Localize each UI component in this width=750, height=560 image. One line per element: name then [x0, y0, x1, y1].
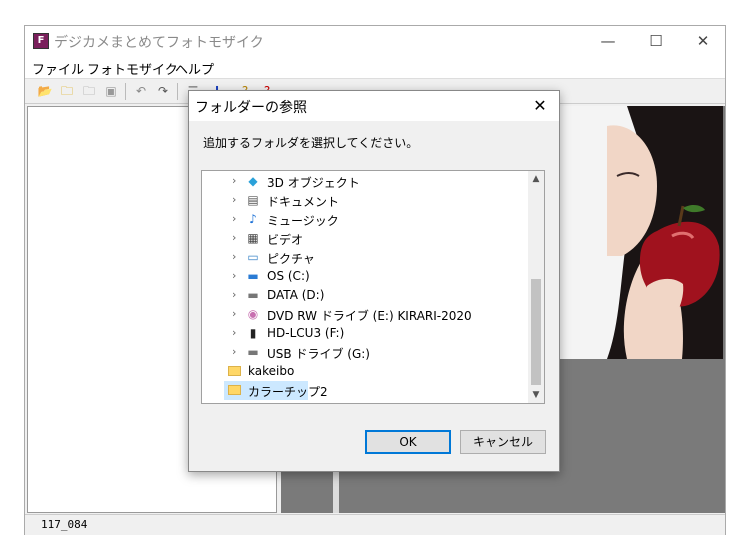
tree-item-usb-drive[interactable]: › ▬ USB ドライブ (G:) — [202, 343, 530, 362]
chevron-right-icon[interactable]: › — [232, 250, 242, 263]
tree-item-label: DATA (D:) — [267, 288, 325, 302]
browse-folder-dialog: フォルダーの参照 ✕ 追加するフォルダを選択してください。 › ◆ 3D オブジ… — [188, 90, 560, 472]
pictures-icon: ▭ — [247, 250, 259, 264]
dialog-instruction: 追加するフォルダを選択してください。 — [203, 136, 419, 150]
external-drive-icon: ▮ — [249, 326, 257, 340]
tree-item-label: ビデオ — [267, 233, 304, 247]
menu-help[interactable]: ヘルプ — [175, 59, 214, 78]
open-folder-icon[interactable]: 📂 — [37, 83, 53, 99]
close-button[interactable]: ✕ — [680, 26, 726, 56]
dialog-title: フォルダーの参照 — [195, 100, 307, 116]
toolbar-separator — [177, 83, 178, 100]
folder-icon — [228, 383, 242, 397]
tree-item-documents[interactable]: › ▤ ドキュメント — [202, 191, 530, 210]
scrollbar-thumb[interactable] — [531, 279, 541, 385]
3d-objects-icon: ◆ — [248, 174, 258, 188]
status-bar: 117_084 — [25, 514, 725, 535]
folder-disabled-icon[interactable]: 🗀 — [81, 83, 97, 99]
tree-item-label: DVD RW ドライブ (E:) KIRARI-2020 — [267, 309, 472, 323]
tree-item-label: カラーチップ2 — [248, 385, 328, 399]
menu-bar: ファイル フォトモザイク ヘルプ — [25, 56, 725, 78]
documents-icon: ▤ — [247, 193, 259, 207]
chevron-right-icon[interactable]: › — [232, 269, 242, 282]
tree-item-label: USB ドライブ (G:) — [267, 347, 370, 361]
tree-item-pictures[interactable]: › ▭ ピクチャ — [202, 248, 530, 267]
tree-item-label: ドキュメント — [267, 195, 340, 209]
chevron-right-icon[interactable]: › — [232, 193, 242, 206]
dvd-drive-icon: ◉ — [247, 307, 259, 321]
dialog-title-bar: フォルダーの参照 ✕ — [189, 91, 559, 121]
tree-item-video[interactable]: › ▦ ビデオ — [202, 229, 530, 248]
chevron-right-icon[interactable]: › — [232, 307, 242, 320]
scroll-down-icon[interactable]: ▼ — [528, 387, 544, 403]
folder-icon — [228, 364, 242, 378]
folder-tree[interactable]: › ◆ 3D オブジェクト › ▤ ドキュメント › ♪ ミュージック › ▦ … — [201, 170, 545, 404]
toolbar-separator — [125, 83, 126, 100]
vertical-scrollbar[interactable]: ▲ ▼ — [528, 171, 544, 403]
scroll-up-icon[interactable]: ▲ — [528, 171, 544, 187]
tree-item-os-drive[interactable]: › ▬ OS (C:) — [202, 267, 530, 286]
title-bar: F デジカメまとめてフォトモザイク — ☐ ✕ — [25, 26, 725, 56]
chevron-right-icon[interactable]: › — [232, 288, 242, 301]
redo-icon[interactable]: ↷ — [155, 83, 171, 99]
chevron-right-icon[interactable]: › — [232, 174, 242, 187]
tree-item-dvd-drive[interactable]: › ◉ DVD RW ドライブ (E:) KIRARI-2020 — [202, 305, 530, 324]
cancel-button[interactable]: キャンセル — [460, 430, 546, 454]
tree-item-kakeibo[interactable]: kakeibo — [202, 362, 530, 381]
save-icon[interactable]: ▣ — [103, 83, 119, 99]
app-icon: F — [33, 33, 49, 49]
music-icon: ♪ — [249, 212, 257, 226]
tree-item-label: OS (C:) — [267, 269, 310, 283]
window-title: デジカメまとめてフォトモザイク — [54, 35, 264, 51]
chevron-right-icon[interactable]: › — [232, 231, 242, 244]
menu-photomosaic[interactable]: フォトモザイク — [87, 59, 178, 78]
maximize-button[interactable]: ☐ — [633, 26, 679, 56]
tree-item-color-chip-2[interactable]: カラーチップ2 — [224, 381, 328, 400]
drive-icon: ▬ — [247, 288, 259, 302]
tree-item-label: ピクチャ — [267, 252, 315, 266]
new-folder-icon[interactable]: 🗀 — [59, 83, 75, 99]
video-icon: ▦ — [247, 231, 259, 245]
minimize-button[interactable]: — — [585, 26, 631, 56]
system-drive-icon: ▬ — [247, 269, 259, 283]
tree-item-3d-objects[interactable]: › ◆ 3D オブジェクト — [202, 172, 530, 191]
tree-item-label: ミュージック — [267, 214, 339, 228]
dialog-close-button[interactable]: ✕ — [525, 93, 555, 119]
ok-button[interactable]: OK — [365, 430, 451, 454]
tree-item-hd-lcu3[interactable]: › ▮ HD-LCU3 (F:) — [202, 324, 530, 343]
status-text: 117_084 — [41, 518, 88, 531]
undo-icon[interactable]: ↶ — [133, 83, 149, 99]
chevron-right-icon[interactable]: › — [232, 326, 242, 339]
chevron-right-icon[interactable]: › — [232, 212, 242, 225]
chevron-right-icon[interactable]: › — [232, 345, 242, 358]
tree-item-music[interactable]: › ♪ ミュージック — [202, 210, 530, 229]
tree-item-label: kakeibo — [248, 364, 295, 378]
usb-drive-icon: ▬ — [247, 345, 259, 359]
tree-item-data-drive[interactable]: › ▬ DATA (D:) — [202, 286, 530, 305]
tree-item-label: HD-LCU3 (F:) — [267, 326, 345, 340]
menu-file[interactable]: ファイル — [32, 59, 84, 78]
tree-item-label: 3D オブジェクト — [267, 176, 360, 190]
